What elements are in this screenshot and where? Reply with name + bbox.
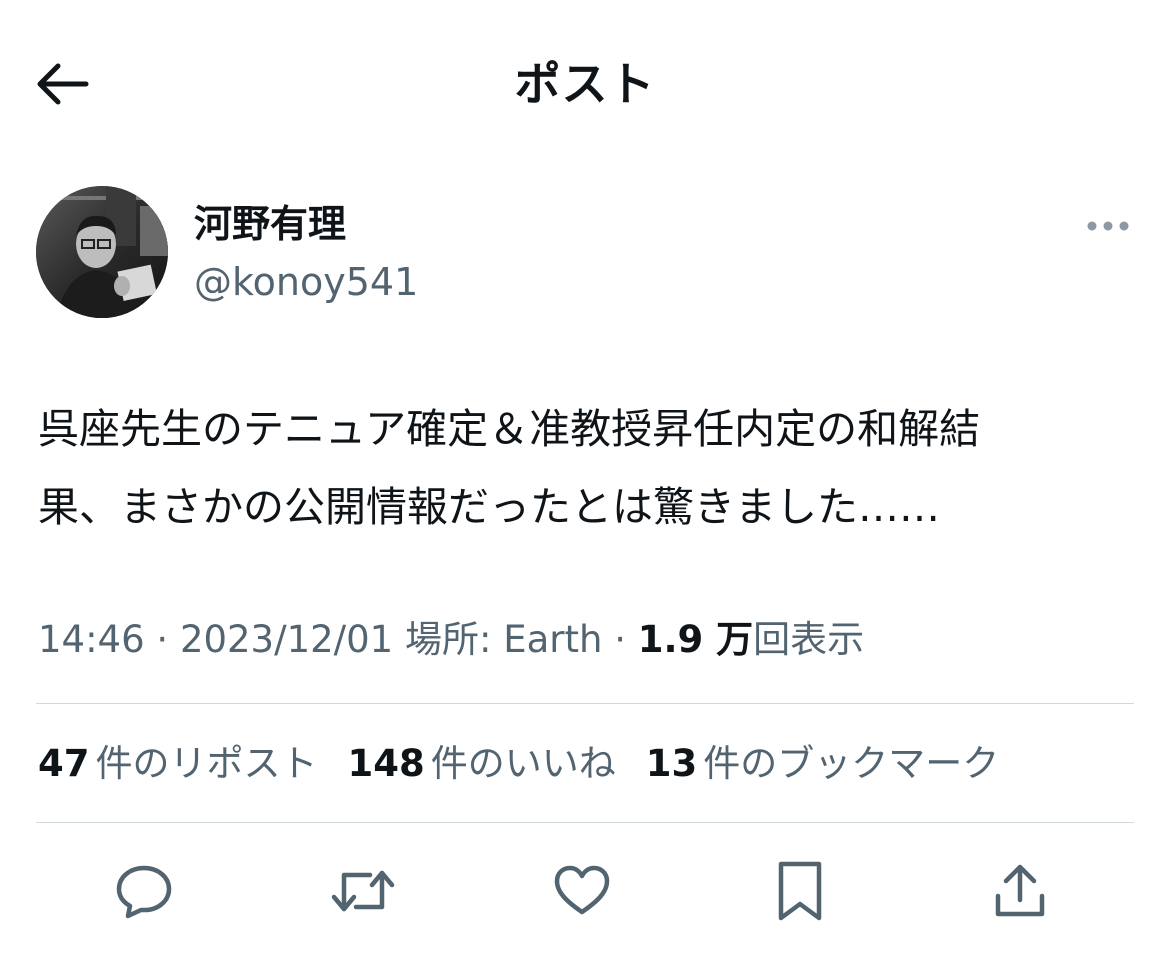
meta-separator: · bbox=[144, 618, 180, 661]
views-count: 1.9 万 bbox=[637, 618, 754, 661]
likes-label: 件のいいね bbox=[430, 742, 616, 785]
avatar[interactable] bbox=[36, 186, 168, 318]
bookmarks-label: 件のブックマーク bbox=[703, 742, 1000, 785]
reposts-label: 件のリポスト bbox=[95, 742, 318, 785]
reposts-stat[interactable]: 47 件のリポスト bbox=[38, 736, 318, 792]
meta-separator: · bbox=[602, 618, 638, 661]
location-label: 場所: bbox=[404, 618, 504, 661]
author-name[interactable]: 河野有理 bbox=[194, 200, 346, 248]
repost-button[interactable] bbox=[328, 856, 398, 926]
bookmarks-count: 13 bbox=[645, 742, 698, 785]
reply-button[interactable] bbox=[109, 856, 179, 926]
post-text: 呉座先生のテニュア確定＆准教授昇任内定の和解結 果、まさかの公開情報だったとは驚… bbox=[38, 390, 1138, 546]
page-title: ポスト bbox=[514, 57, 656, 111]
bookmarks-stat[interactable]: 13 件のブックマーク bbox=[646, 736, 1000, 792]
post-meta: 14:46 · 2023/12/01 場所: Earth · 1.9 万回表示 bbox=[38, 612, 1138, 668]
post-text-line-1: 呉座先生のテニュア確定＆准教授昇任内定の和解結 bbox=[38, 405, 981, 453]
post-time[interactable]: 14:46 bbox=[38, 618, 145, 661]
divider bbox=[36, 822, 1134, 823]
likes-stat[interactable]: 148 件のいいね bbox=[348, 736, 616, 792]
avatar-photo bbox=[36, 186, 168, 318]
top-bar: ポスト bbox=[0, 0, 1170, 170]
more-horizontal-icon bbox=[1087, 221, 1129, 231]
location-value: Earth bbox=[503, 618, 603, 661]
share-button[interactable] bbox=[985, 856, 1055, 926]
author-block: 河野有理 @konoy541 bbox=[36, 186, 1136, 320]
bookmark-icon bbox=[778, 861, 822, 921]
bookmark-button[interactable] bbox=[765, 856, 835, 926]
share-icon bbox=[995, 864, 1045, 917]
more-button[interactable] bbox=[1080, 208, 1136, 244]
action-bar bbox=[0, 850, 1170, 930]
post-date[interactable]: 2023/12/01 bbox=[180, 618, 393, 661]
reply-icon bbox=[116, 865, 172, 919]
divider bbox=[36, 703, 1134, 704]
author-handle[interactable]: @konoy541 bbox=[194, 258, 418, 306]
like-button[interactable] bbox=[547, 856, 617, 926]
post-text-line-2: 果、まさかの公開情報だったとは驚きました…… bbox=[38, 483, 940, 531]
views-label: 回表示 bbox=[753, 618, 865, 661]
engagement-stats: 47 件のリポスト 148 件のいいね 13 件のブックマーク bbox=[38, 736, 1138, 792]
reposts-count: 47 bbox=[38, 742, 90, 785]
repost-icon bbox=[331, 870, 395, 912]
heart-icon bbox=[554, 865, 610, 915]
likes-count: 148 bbox=[347, 742, 425, 785]
